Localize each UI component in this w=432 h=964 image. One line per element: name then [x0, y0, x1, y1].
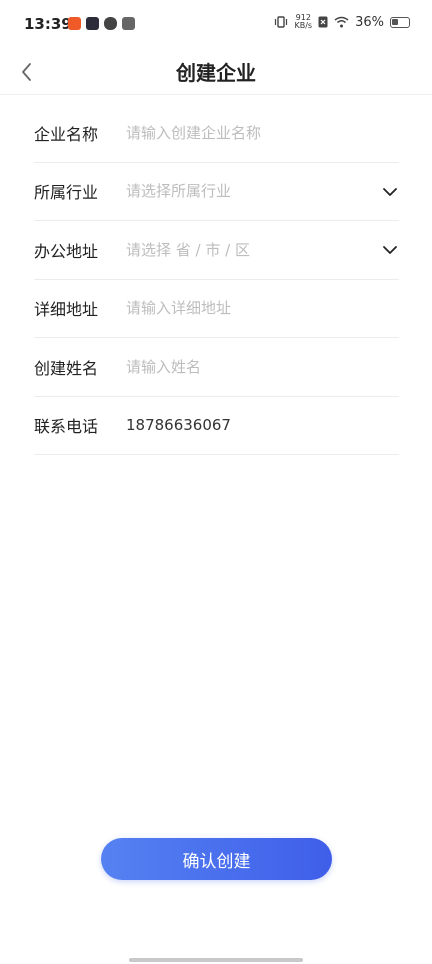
creator-name-input[interactable]	[126, 357, 399, 376]
form-label: 所属行业	[34, 183, 99, 203]
status-time: 13:39	[24, 15, 72, 33]
form-label: 详细地址	[34, 300, 99, 320]
industry-select[interactable]	[126, 182, 399, 201]
net-speed-unit: KB/s	[294, 21, 313, 30]
form-label: 企业名称	[34, 124, 99, 144]
battery-percent: 36%	[355, 14, 384, 30]
form-row-creator-name: 创建姓名	[34, 338, 399, 397]
status-bar: 13:39 912 KB/s 36%	[0, 0, 432, 52]
notification-app-icon	[86, 17, 99, 30]
no-sim-icon	[318, 16, 328, 28]
confirm-create-label: 确认创建	[182, 851, 251, 872]
create-enterprise-form: 企业名称 所属行业 办公地址 详细地址 创建姓名 联系电话	[34, 104, 399, 455]
form-label: 创建姓名	[34, 358, 99, 378]
notification-app-icon	[104, 17, 117, 30]
enterprise-name-input[interactable]	[126, 123, 399, 142]
form-label: 联系电话	[34, 417, 99, 437]
form-row-phone: 联系电话	[34, 397, 399, 455]
form-row-office-address[interactable]: 办公地址	[34, 221, 399, 280]
vibrate-icon	[275, 16, 288, 28]
chevron-down-icon[interactable]	[381, 243, 399, 257]
chevron-down-icon[interactable]	[381, 185, 399, 199]
form-row-enterprise-name: 企业名称	[34, 104, 399, 163]
notification-icons	[68, 17, 135, 30]
form-row-detail-address: 详细地址	[34, 280, 399, 338]
notification-app-icon	[122, 17, 135, 30]
phone-input[interactable]	[126, 416, 399, 435]
form-row-industry[interactable]: 所属行业	[34, 163, 399, 221]
net-speed: 912 KB/s	[294, 14, 312, 30]
region-select[interactable]	[126, 240, 399, 259]
page-title: 创建企业	[176, 61, 256, 85]
form-label: 办公地址	[34, 241, 99, 261]
home-indicator[interactable]	[129, 958, 303, 962]
notification-app-icon	[68, 17, 81, 30]
header: 创建企业	[0, 52, 432, 95]
battery-icon	[390, 16, 410, 28]
detail-address-input[interactable]	[126, 299, 399, 318]
status-right: 912 KB/s 36%	[274, 14, 410, 30]
wifi-icon	[334, 16, 349, 28]
confirm-create-button[interactable]: 确认创建	[101, 838, 332, 880]
